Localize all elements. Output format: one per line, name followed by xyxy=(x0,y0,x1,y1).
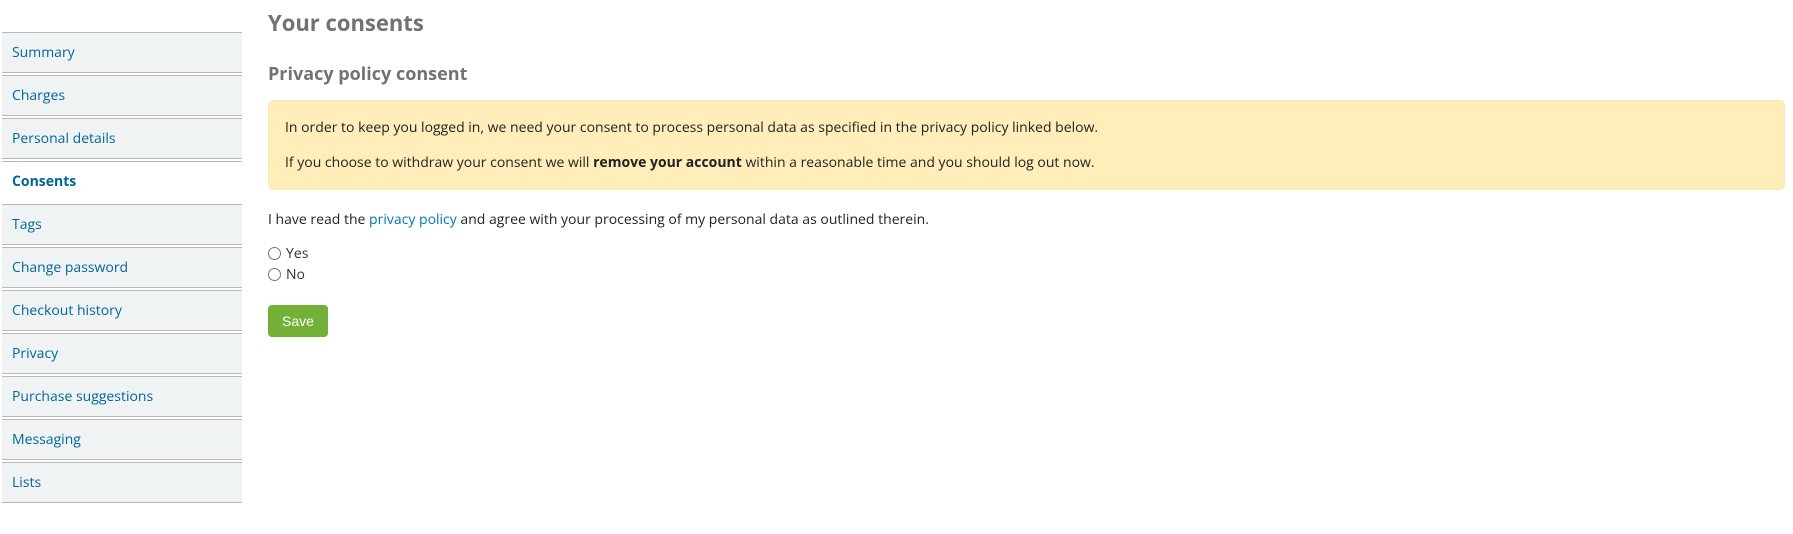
privacy-policy-link[interactable]: privacy policy xyxy=(369,210,457,229)
radio-yes[interactable] xyxy=(268,247,281,260)
sidebar-item-tags[interactable]: Tags xyxy=(2,204,242,245)
save-button[interactable]: Save xyxy=(268,305,328,337)
main-content: Your consents Privacy policy consent In … xyxy=(244,0,1793,505)
sidebar: Summary Charges Personal details Consent… xyxy=(0,0,244,505)
radio-no[interactable] xyxy=(268,268,281,281)
sidebar-item-charges[interactable]: Charges xyxy=(2,75,242,116)
section-title: Privacy policy consent xyxy=(268,62,1785,86)
sidebar-item-messaging[interactable]: Messaging xyxy=(2,419,242,460)
consent-radio-group: Yes No xyxy=(268,243,1785,285)
sidebar-item-summary[interactable]: Summary xyxy=(2,32,242,73)
sidebar-item-personal-details[interactable]: Personal details xyxy=(2,118,242,159)
radio-yes-label: Yes xyxy=(286,243,308,264)
radio-yes-row[interactable]: Yes xyxy=(268,243,1785,264)
page-title: Your consents xyxy=(268,8,1785,38)
consent-statement: I have read the privacy policy and agree… xyxy=(268,210,1785,229)
radio-no-row[interactable]: No xyxy=(268,264,1785,285)
alert-line-1: In order to keep you logged in, we need … xyxy=(285,117,1768,138)
consent-alert: In order to keep you logged in, we need … xyxy=(268,100,1785,190)
sidebar-item-privacy[interactable]: Privacy xyxy=(2,333,242,374)
sidebar-item-purchase-suggestions[interactable]: Purchase suggestions xyxy=(2,376,242,417)
radio-no-label: No xyxy=(286,264,305,285)
sidebar-item-checkout-history[interactable]: Checkout history xyxy=(2,290,242,331)
sidebar-item-lists[interactable]: Lists xyxy=(2,462,242,503)
sidebar-item-change-password[interactable]: Change password xyxy=(2,247,242,288)
sidebar-item-consents[interactable]: Consents xyxy=(2,161,242,202)
alert-line-2: If you choose to withdraw your consent w… xyxy=(285,152,1768,173)
